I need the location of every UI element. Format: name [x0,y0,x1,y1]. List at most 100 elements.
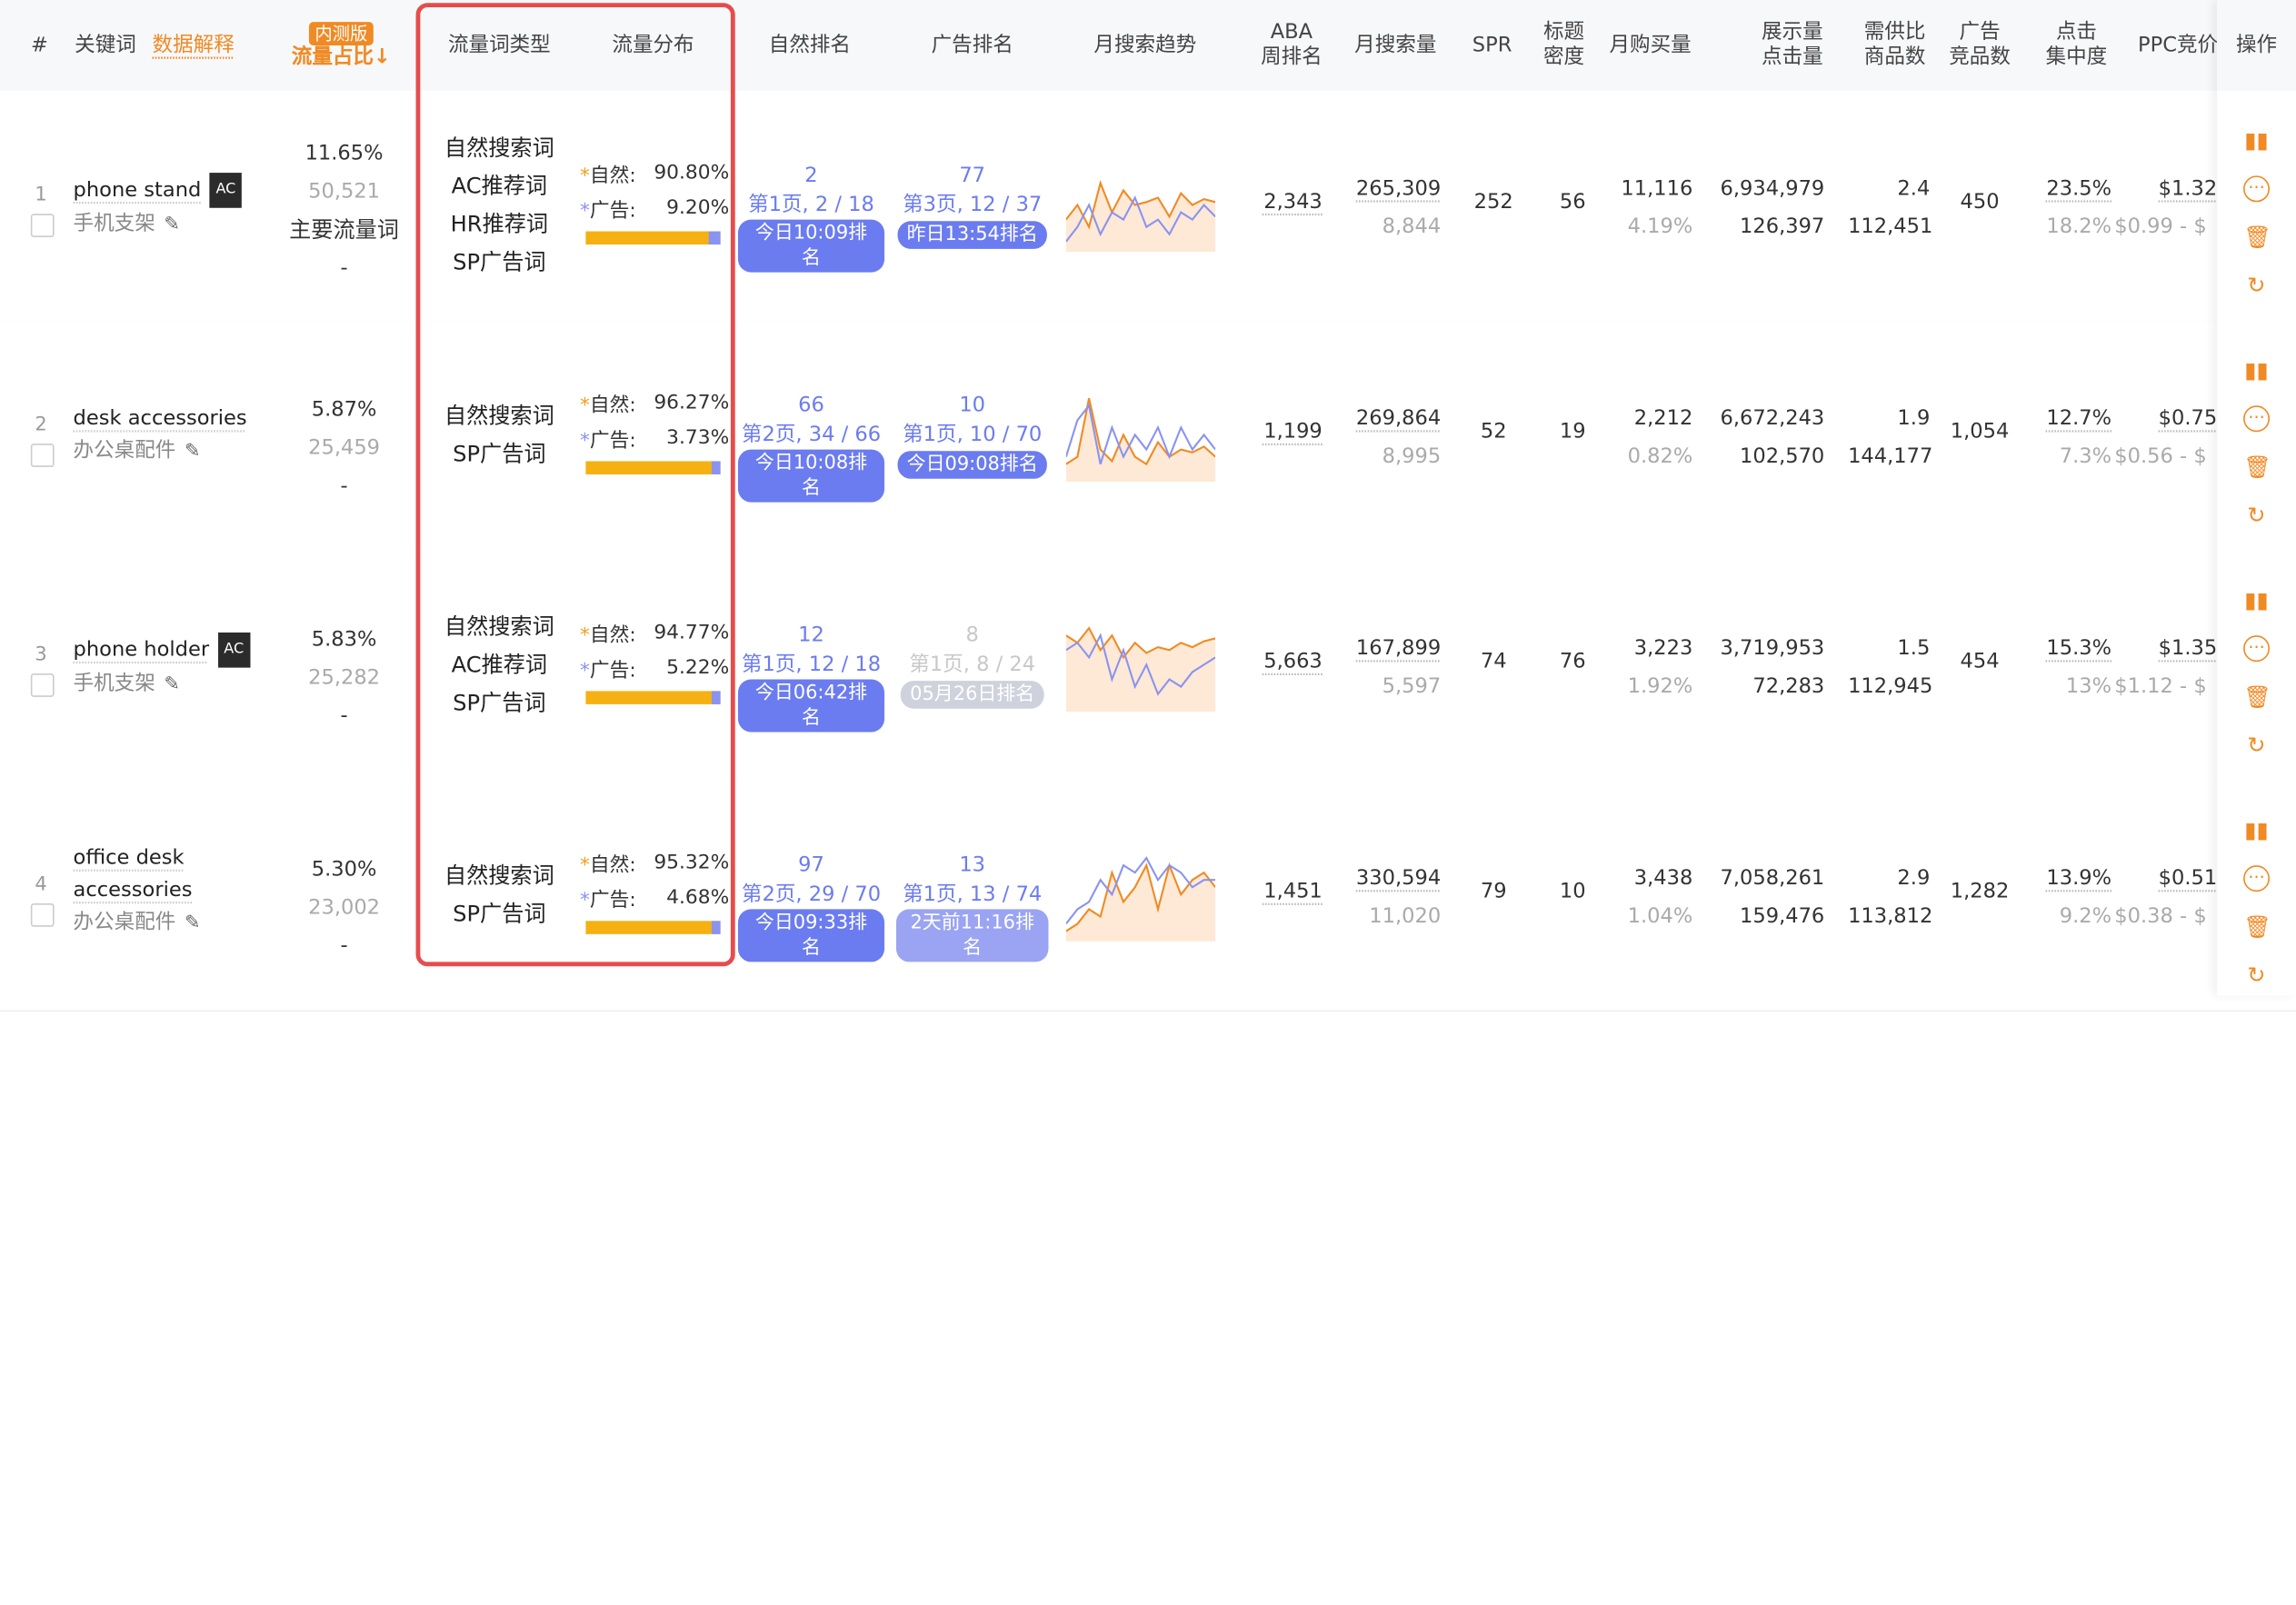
ppc-cell: $0.51 $0.38 - $ [2114,860,2217,936]
edit-icon[interactable]: ✎ [164,673,180,695]
traffic-dist-bar [585,231,721,245]
organic-label-wrap: *自然: [580,848,636,877]
row-checkbox[interactable] [30,902,55,927]
clicks-value: 102,570 [1740,444,1825,469]
keyword-cell: desk accessories 办公桌配件 ✎ [74,403,264,468]
chart-icon[interactable]: ▮▮ [2243,587,2270,613]
click-concentration-sub: 7.3% [2059,444,2112,469]
supply-ratio-cell: 1.5 112,945 [1848,630,1932,706]
row-checkbox[interactable] [30,444,55,467]
row-index: 2 [35,414,47,437]
header-traffic-share[interactable]: 内测版 流量占比↓ [278,0,404,91]
organic-rank-value[interactable]: 97 [738,851,884,880]
delete-icon[interactable]: 🗑 [2243,913,2271,940]
aba-rank: 5,663 [1263,650,1323,674]
traffic-type-cell: 自然搜索词 AC推荐词 SP广告词 [434,608,565,723]
delete-icon[interactable]: 🗑 [2243,683,2271,710]
data-explain-link[interactable]: 数据解释 [149,0,237,91]
header-clickconc-line1: 点击 [2055,20,2097,45]
monthly-buy-value: 11,116 [1621,176,1693,201]
chart-icon[interactable]: ▮▮ [2243,817,2270,843]
traffic-dist-bar-ad [711,921,721,934]
row-checkbox[interactable] [30,214,55,237]
organic-label: 自然: [589,623,636,648]
ppc-cell: $1.32 $0.99 - $ [2114,170,2217,246]
traffic-share-sort[interactable]: 流量占比↓ [292,45,391,69]
ad-rank-cell: 8 第1页, 8 / 24 05月26日排名 [896,621,1049,709]
impressions-cell: 3,719,953 72,283 [1707,630,1824,706]
edit-icon[interactable]: ✎ [185,912,201,934]
keyword-text[interactable]: office desk accessories [74,846,193,902]
organic-line: *自然: 96.27% [580,385,729,421]
traffic-type-item: 自然搜索词 [444,403,554,430]
more-icon[interactable]: ··· [2243,635,2271,663]
edit-icon[interactable]: ✎ [164,214,180,235]
monthly-buy-rate: 1.04% [1627,904,1693,929]
traffic-dist-cell: *自然: 95.32% *广告: 4.68% [580,845,729,934]
keyword-text[interactable]: desk accessories [74,407,247,431]
traffic-type-item: SP广告词 [453,248,546,275]
monthly-search-cell: 269,864 8,995 [1342,400,1441,476]
supply-ratio-cell: 2.4 112,451 [1848,170,1932,246]
monthly-trend-sparkline[interactable] [1065,391,1216,483]
ad-rank-value[interactable]: 13 [896,851,1049,880]
organic-label: 自然: [589,394,636,418]
organic-label: 自然: [589,164,636,188]
monthly-buy-cell: 3,438 1.04% [1605,860,1693,936]
more-icon[interactable]: ··· [2243,865,2271,892]
row-index: 4 [35,873,47,896]
ac-badge: AC [217,632,250,668]
row-checkbox[interactable] [30,673,55,697]
header-trend: 月搜索趋势 [1093,33,1197,57]
monthly-trend-sparkline[interactable] [1065,851,1216,942]
monthly-buy-value: 3,223 [1633,636,1693,661]
ad-rank-value[interactable]: 8 [896,621,1049,650]
traffic-type-item: AC推荐词 [451,651,548,678]
more-icon[interactable]: ··· [2243,405,2271,433]
traffic-type-item: AC推荐词 [451,173,548,200]
table-row: 1 phone stand AC 手机支架 ✎ 11.65% 50,521 主要流量词 - 自然搜… [0,90,2296,323]
refresh-icon[interactable]: ↻ [2243,733,2270,759]
more-icon[interactable]: ··· [2243,175,2271,203]
monthly-trend-sparkline[interactable] [1065,621,1216,712]
monthly-trend-sparkline[interactable] [1065,161,1216,253]
share-dash: - [340,474,348,498]
supply-ratio-cell: 2.9 113,812 [1848,860,1932,936]
chart-icon[interactable]: ▮▮ [2243,357,2270,384]
ad-rank-value[interactable]: 10 [896,391,1049,420]
organic-rank-value[interactable]: 12 [738,621,884,650]
delete-icon[interactable]: 🗑 [2243,454,2271,480]
traffic-type-cell: 自然搜索词 SP广告词 [434,856,565,932]
delete-icon[interactable]: 🗑 [2243,224,2271,250]
header-traffic-type: 流量词类型 [447,33,551,57]
ppc-value: $1.32 [2158,176,2218,201]
organic-rank-value[interactable]: 2 [738,161,884,190]
header-aba-line2: 周排名 [1261,45,1323,69]
header-ad-competitors: 广告 竞品数 [1942,0,2018,91]
keyword-text[interactable]: phone stand [74,179,202,203]
chart-icon[interactable]: ▮▮ [2243,127,2270,154]
organic-rank-time: 今日10:09排名 [737,219,885,273]
keyword-cell: phone holder AC 手机支架 ✎ [74,632,264,702]
share-count: 25,459 [308,436,381,460]
ad-label: 广告: [589,199,636,223]
ad-rank-value[interactable]: 77 [896,161,1049,190]
traffic-share-cell: 5.83% 25,282 - [278,621,410,735]
share-dash: - [340,255,348,280]
click-concentration-value: 13.9% [2046,866,2112,891]
header-supply-ratio: 需供比 商品数 [1854,0,1936,91]
organic-rank-cell: 66 第2页, 34 / 66 今日10:08排名 [737,391,885,503]
trend-area-orange [1065,398,1216,483]
header-keyword: 关键词 [75,33,136,57]
monthly-buy-cell: 3,223 1.92% [1605,630,1693,706]
monthly-search-cell: 265,309 8,844 [1342,170,1441,246]
refresh-icon[interactable]: ↻ [2243,503,2270,529]
organic-rank-value[interactable]: 66 [738,391,884,420]
category-line: 办公桌配件 ✎ [74,906,264,940]
edit-icon[interactable]: ✎ [185,441,201,463]
ad-star-icon: * [579,888,590,912]
keyword-text[interactable]: phone holder [74,638,210,662]
refresh-icon[interactable]: ↻ [2243,273,2270,299]
header-monthly-search: 月搜索量 [1354,33,1437,57]
refresh-icon[interactable]: ↻ [2243,962,2270,988]
